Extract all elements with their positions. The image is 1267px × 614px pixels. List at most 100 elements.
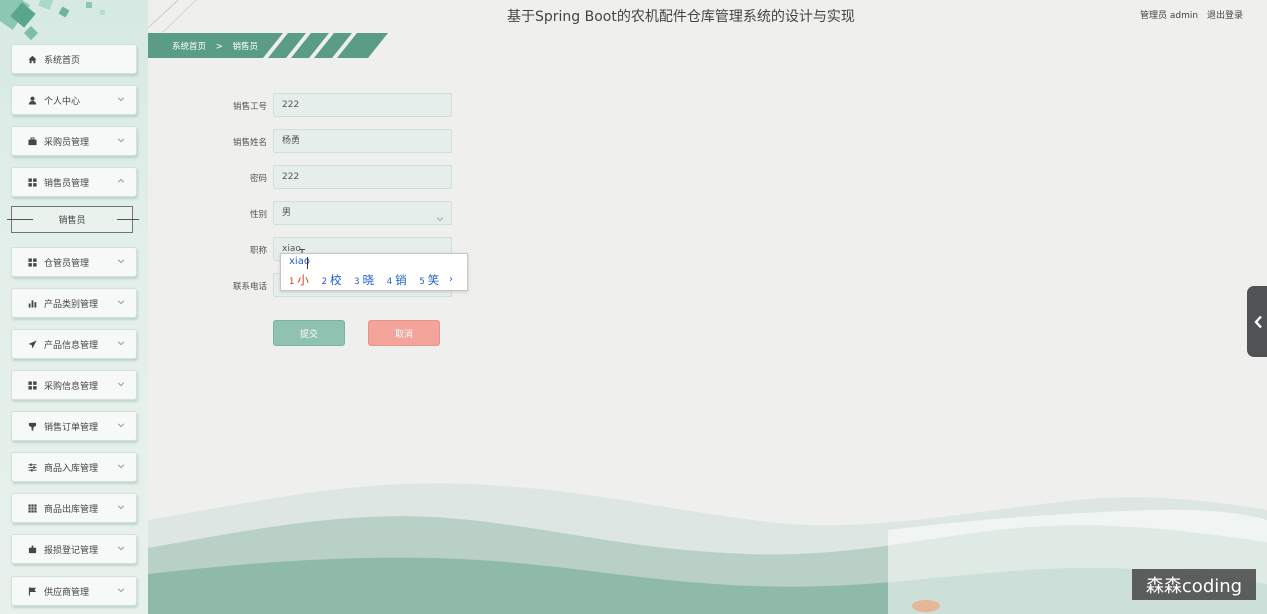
breadcrumb-separator: > — [215, 42, 223, 52]
sidebar-item-product-category-management[interactable]: 产品类别管理 — [11, 288, 137, 318]
sidebar-item-label: 商品入库管理 — [44, 463, 99, 474]
sidebar-item-purchaser-management[interactable]: 采购员管理 — [11, 126, 137, 156]
ime-candidate-number: 1 — [289, 277, 295, 287]
breadcrumb: 系统首页 > 销售员 — [172, 40, 258, 52]
sidebar-item-label: 采购信息管理 — [44, 381, 99, 392]
grid-icon — [27, 177, 37, 187]
sidebar-decoration — [0, 0, 105, 41]
ime-caret — [307, 257, 308, 269]
sidebar-item-label: 个人中心 — [44, 96, 81, 107]
ime-candidate[interactable]: 3晓 — [354, 272, 374, 288]
chevron-down-icon — [117, 421, 127, 431]
cancel-button[interactable]: 取消 — [368, 320, 440, 346]
chevron-down-icon — [117, 339, 127, 349]
logout-link[interactable]: 退出登录 — [1207, 11, 1243, 21]
sidebar-item-label: 销售订单管理 — [44, 422, 99, 433]
password-field[interactable]: 222 — [273, 165, 452, 189]
sidebar-item-label: 仓管员管理 — [44, 258, 90, 269]
employee-id-value: 222 — [282, 100, 300, 110]
cup-icon — [27, 421, 37, 431]
ime-candidate-char: 小 — [297, 273, 309, 287]
ime-candidate[interactable]: 2校 — [322, 272, 342, 288]
chevron-down-icon — [117, 586, 127, 596]
puzzle-icon — [27, 544, 37, 554]
ime-candidate-char: 销 — [395, 273, 407, 287]
page-title: 基于Spring Boot的农机配件仓库管理系统的设计与实现 — [507, 9, 855, 25]
name-field[interactable]: 杨勇 — [273, 129, 452, 153]
sidebar-item-label: 销售员管理 — [44, 178, 90, 189]
sidebar-item-product-info-management[interactable]: 产品信息管理 — [11, 329, 137, 359]
ime-candidate-popup: xiao 1小 2校 3晓 4销 5笑 › — [280, 253, 468, 291]
employee-id-field[interactable]: 222 — [273, 93, 452, 117]
sidebar-item-stock-in-management[interactable]: 商品入库管理 — [11, 452, 137, 482]
sidebar-item-label: 报损登记管理 — [44, 545, 99, 556]
chevron-up-icon — [117, 177, 127, 187]
gender-label: 性别 — [249, 210, 267, 220]
chevron-down-icon — [117, 462, 127, 472]
ime-candidate-list: 1小 2校 3晓 4销 5笑 — [289, 272, 448, 288]
sidebar-subitem-salesperson[interactable]: 销售员 — [7, 206, 139, 233]
chevron-down-icon — [117, 298, 127, 308]
sidebar-item-warehouse-keeper-management[interactable]: 仓管员管理 — [11, 247, 137, 277]
grid-icon — [27, 380, 37, 390]
table-icon — [27, 503, 37, 513]
chevron-left-icon — [1253, 315, 1262, 328]
sidebar-item-label: 供应商管理 — [44, 587, 90, 598]
chevron-down-icon — [436, 210, 444, 222]
ime-candidate-number: 3 — [354, 277, 360, 287]
sidebar-item-purchase-info-management[interactable]: 采购信息管理 — [11, 370, 137, 400]
header-user-area: 管理员 admin 退出登录 — [1134, 8, 1243, 21]
collapse-panel-button[interactable] — [1247, 286, 1267, 357]
submit-button[interactable]: 提交 — [273, 320, 345, 346]
breadcrumb-home-link[interactable]: 系统首页 — [172, 42, 206, 52]
chevron-down-icon — [117, 257, 127, 267]
send-icon — [27, 339, 37, 349]
chevron-down-icon — [117, 136, 127, 146]
ime-candidate-number: 5 — [419, 277, 425, 287]
sidebar-item-label: 产品类别管理 — [44, 299, 99, 310]
flag-icon — [27, 586, 37, 596]
sidebar-item-stock-out-management[interactable]: 商品出库管理 — [11, 493, 137, 523]
chevron-down-icon — [117, 95, 127, 105]
user-icon — [27, 95, 37, 105]
sidebar-item-sales-order-management[interactable]: 销售订单管理 — [11, 411, 137, 441]
sidebar-item-personal-center[interactable]: 个人中心 — [11, 85, 137, 115]
sidebar-subitem-label: 销售员 — [58, 216, 86, 226]
chevron-down-icon — [117, 380, 127, 390]
ime-candidate[interactable]: 5笑 — [419, 272, 439, 288]
sidebar-item-supplier-management[interactable]: 供应商管理 — [11, 576, 137, 606]
ime-candidate-char: 笑 — [427, 273, 440, 287]
header-decoration — [148, 0, 197, 33]
employee-id-label: 销售工号 — [232, 102, 267, 112]
sidebar-item-label: 系统首页 — [44, 55, 81, 66]
name-label: 销售姓名 — [232, 138, 267, 148]
ime-candidate-number: 4 — [386, 277, 393, 287]
sidebar-item-label: 采购员管理 — [44, 137, 90, 148]
user-label: 管理员 admin — [1140, 11, 1199, 21]
breadcrumb-current: 销售员 — [232, 42, 259, 52]
gender-select[interactable]: 男 — [273, 201, 452, 225]
ime-candidate-char: 晓 — [362, 273, 375, 287]
sidebar-item-label: 商品出库管理 — [44, 504, 99, 515]
ime-candidate[interactable]: 4销 — [387, 272, 407, 288]
sidebar-item-home[interactable]: 系统首页 — [11, 44, 137, 74]
ime-next-page-icon[interactable]: › — [449, 274, 453, 285]
sidebar-item-salesperson-management[interactable]: 销售员管理 — [11, 167, 137, 197]
ime-candidate-number: 2 — [321, 277, 327, 287]
watermark: 森森coding — [1132, 569, 1256, 600]
sidebar-item-loss-registration-management[interactable]: 报损登记管理 — [11, 534, 137, 564]
chevron-down-icon — [117, 503, 127, 513]
sidebar: 系统首页 个人中心 采购员管理 销售员管理 销售员 仓管员管理 产品类别管理 产… — [0, 0, 148, 614]
name-value: 杨勇 — [282, 136, 301, 146]
sidebar-item-label: 产品信息管理 — [44, 340, 99, 351]
briefcase-icon — [27, 136, 37, 146]
gender-value: 男 — [282, 208, 292, 218]
title-label: 职称 — [249, 246, 267, 256]
phone-label: 联系电话 — [232, 282, 267, 292]
ime-candidate[interactable]: 1小 — [289, 272, 309, 288]
password-label: 密码 — [249, 174, 267, 184]
password-value: 222 — [282, 172, 300, 182]
home-icon — [27, 54, 37, 64]
sliders-icon — [27, 462, 37, 472]
ime-candidate-char: 校 — [330, 273, 342, 287]
